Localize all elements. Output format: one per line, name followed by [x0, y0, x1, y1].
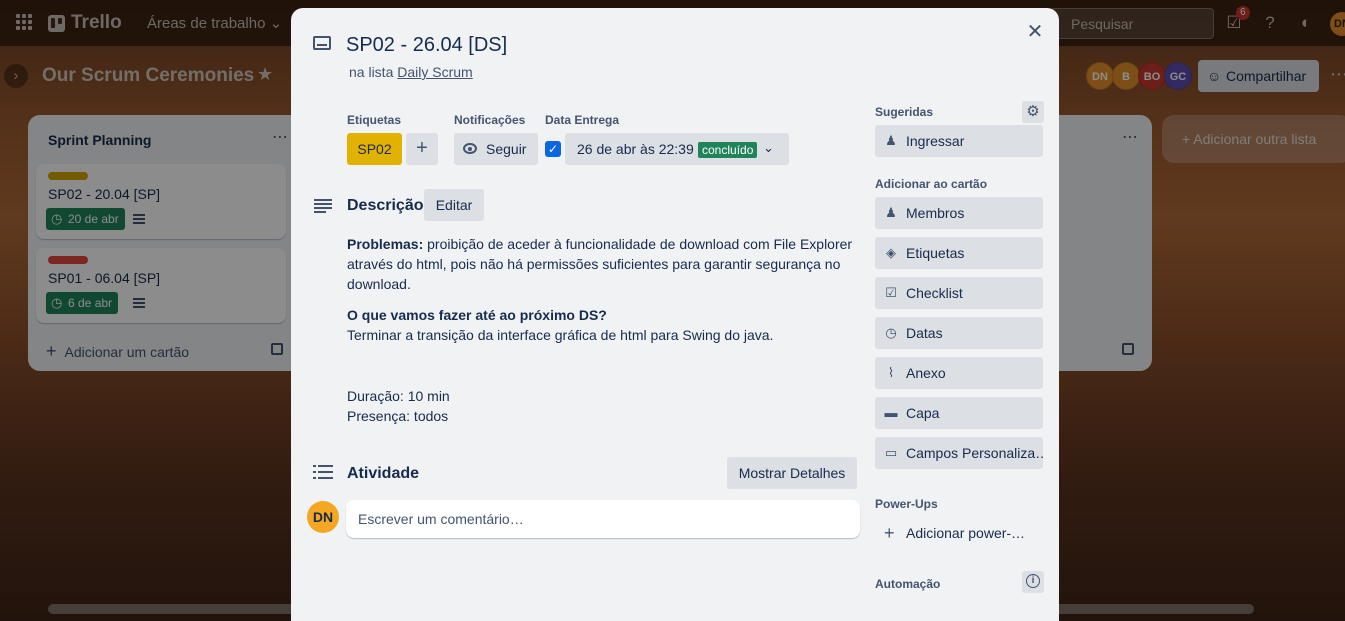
- cover-icon: ▬: [884, 405, 898, 420]
- description-content[interactable]: Problemas: proibição de aceder à funcion…: [347, 234, 859, 426]
- checklist-icon: ☑: [885, 285, 897, 300]
- presence-text: Presença: todos: [347, 408, 449, 424]
- next-steps-heading: O que vamos fazer até ao próximo DS?: [347, 307, 607, 323]
- next-steps-text: Terminar a transição da interface gráfic…: [347, 327, 774, 343]
- due-complete-checkbox[interactable]: ✓: [545, 141, 561, 157]
- watch-button[interactable]: Seguir: [454, 133, 538, 165]
- add-to-card-heading: Adicionar ao cartão: [875, 177, 988, 191]
- attachment-label: Anexo: [906, 365, 946, 381]
- suggested-heading: Sugeridas: [875, 105, 934, 119]
- show-details-button[interactable]: Mostrar Detalhes: [727, 457, 857, 489]
- checklist-label: Checklist: [906, 285, 963, 301]
- person-icon: ♟: [885, 133, 897, 148]
- description-heading: Descrição: [347, 197, 424, 214]
- labels-label: Etiquetas: [906, 245, 965, 261]
- custom-fields-label: Campos Personaliza…: [906, 445, 1043, 461]
- join-label: Ingressar: [906, 133, 965, 149]
- powerups-heading: Power-Ups: [875, 497, 938, 511]
- attachment-button[interactable]: ⌇ Anexo: [875, 357, 1043, 389]
- labels-heading: Etiquetas: [347, 113, 402, 127]
- dates-label: Datas: [906, 325, 943, 341]
- notifications-heading: Notificações: [454, 113, 526, 127]
- due-date-button[interactable]: 26 de abr às 22:39 concluído ⌄: [565, 133, 789, 165]
- edit-description-button[interactable]: Editar: [424, 189, 484, 221]
- chevron-down-icon: ⌄: [763, 140, 774, 155]
- eye-icon: [463, 143, 477, 154]
- card-icon: [313, 36, 331, 50]
- dates-button[interactable]: ◷ Datas: [875, 317, 1043, 349]
- add-powerup-label: Adicionar power-…: [906, 525, 1026, 541]
- description-icon: [314, 199, 332, 213]
- in-list-prefix: na lista: [349, 64, 394, 80]
- labels-button[interactable]: ◈ Etiquetas: [875, 237, 1043, 269]
- gear-icon[interactable]: ⚙: [1022, 101, 1044, 123]
- problems-text: proibição de aceder à funcionalidade de …: [347, 236, 853, 292]
- comment-input[interactable]: [346, 500, 860, 538]
- cover-button[interactable]: ▬ Capa: [875, 397, 1043, 429]
- due-status-badge: concluído: [698, 142, 758, 158]
- custom-fields-button[interactable]: ▭ Campos Personaliza…: [875, 437, 1043, 469]
- card-detail-dialog: ✕ SP02 - 26.04 [DS] na lista Daily Scrum…: [291, 8, 1059, 621]
- members-label: Membros: [906, 205, 965, 221]
- add-label-button[interactable]: +: [406, 133, 438, 165]
- duration-text: Duração: 10 min: [347, 388, 450, 404]
- plus-icon: +: [884, 523, 895, 543]
- paperclip-icon: ⌇: [887, 365, 895, 380]
- description-problems: Problemas: proibição de aceder à funcion…: [347, 234, 859, 294]
- close-icon[interactable]: ✕: [1025, 22, 1045, 42]
- due-date-heading: Data Entrega: [545, 113, 620, 127]
- activity-icon: [313, 465, 333, 479]
- clock-icon: ◷: [885, 325, 897, 340]
- add-powerup-button[interactable]: + Adicionar power-…: [875, 517, 1043, 549]
- card-list-info: na lista Daily Scrum: [349, 64, 473, 80]
- list-link[interactable]: Daily Scrum: [397, 64, 472, 80]
- cover-label: Capa: [906, 405, 940, 421]
- checklist-button[interactable]: ☑ Checklist: [875, 277, 1043, 309]
- join-button[interactable]: ♟ Ingressar: [875, 125, 1043, 157]
- tag-icon: ◈: [886, 245, 896, 260]
- automation-heading: Automação: [875, 577, 941, 591]
- label-chip[interactable]: SP02: [347, 133, 402, 165]
- info-icon[interactable]: [1022, 571, 1044, 593]
- person-icon: ♟: [885, 205, 897, 220]
- members-button[interactable]: ♟ Membros: [875, 197, 1043, 229]
- activity-heading: Atividade: [347, 465, 420, 482]
- card-title[interactable]: SP02 - 26.04 [DS]: [346, 34, 507, 57]
- due-date-text: 26 de abr às 22:39: [577, 141, 694, 157]
- watch-label: Seguir: [486, 141, 527, 157]
- avatar: DN: [307, 501, 339, 533]
- custom-fields-icon: ▭: [884, 445, 898, 460]
- problems-label: Problemas:: [347, 236, 424, 252]
